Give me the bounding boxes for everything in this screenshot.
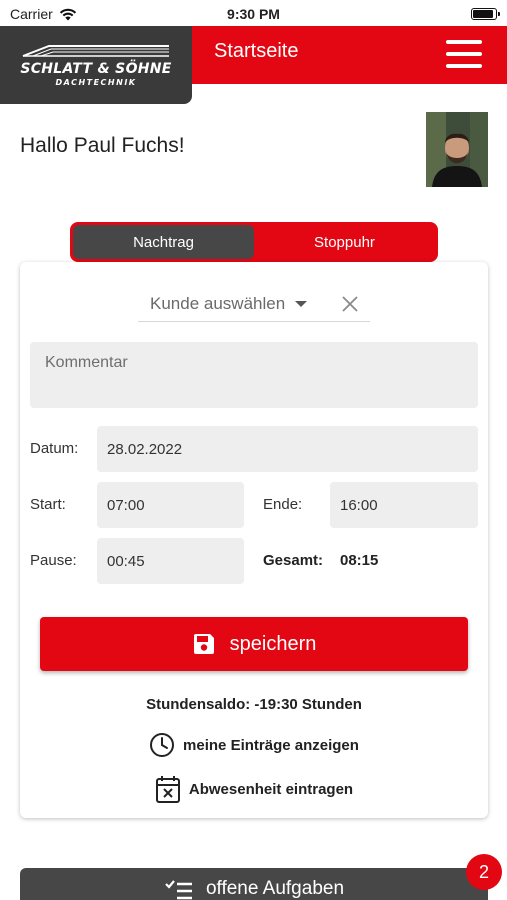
menu-line [446,40,482,44]
status-left: Carrier [10,6,77,22]
menu-line [446,64,482,68]
hours-balance: Stundensaldo: -19:30 Stunden [146,696,362,713]
add-absence-link[interactable]: Abwesenheit eintragen [20,774,488,804]
open-tasks-badge: 2 [466,854,502,890]
battery-icon [471,8,500,20]
date-field[interactable] [97,426,478,472]
logo-title: SCHLATT & SÖHNE [20,61,172,77]
open-tasks-label: offene Aufgaben [205,878,345,899]
clear-icon[interactable] [342,295,358,312]
greeting-text: Hallo Paul Fuchs! [20,134,185,157]
end-time-field[interactable] [330,482,478,528]
carrier-label: Carrier [10,6,53,22]
total-value: 08:15 [340,552,379,569]
checklist-icon [165,880,192,900]
wifi-icon [59,8,76,20]
avatar[interactable] [426,112,488,187]
hamburger-menu-icon[interactable] [446,40,482,68]
start-label: Start: [30,496,66,513]
customer-select-value: Kunde auswählen [150,293,308,314]
chevron-down-icon [295,300,308,307]
page-title: Startseite [214,40,299,62]
logo-subtitle: DACHTECHNIK [55,78,137,87]
pause-field[interactable] [97,538,244,584]
status-bar: Carrier 9:30 PM [0,0,507,28]
mode-tabs: Nachtrag Stoppuhr [70,222,438,262]
show-entries-label: meine Einträge anzeigen [183,736,359,754]
roof-logo-icon [22,45,169,57]
time-entry-card: Kunde auswählen Datum: Start: Ende: Paus… [20,262,488,818]
add-absence-label: Abwesenheit eintragen [188,780,354,798]
calendar-remove-icon [155,776,180,803]
start-time-field[interactable] [97,482,244,528]
comment-field[interactable] [30,342,478,408]
save-label: speichern [229,632,317,655]
tab-nachtrag[interactable]: Nachtrag [73,225,254,259]
user-photo-icon [426,112,488,187]
menu-line [446,52,482,56]
clock-icon [150,733,175,757]
save-button[interactable]: speichern [40,617,468,671]
floppy-disk-icon [193,634,214,654]
date-label: Datum: [30,440,79,457]
company-logo[interactable]: SCHLATT & SÖHNE DACHTECHNIK [0,26,192,104]
end-label: Ende: [263,496,303,513]
show-entries-link[interactable]: meine Einträge anzeigen [20,732,488,758]
total-label: Gesamt: [263,552,324,569]
customer-placeholder: Kunde auswählen [150,293,286,313]
pause-label: Pause: [30,552,77,569]
open-tasks-bar[interactable]: offene Aufgaben [20,868,488,900]
customer-select[interactable]: Kunde auswählen [138,286,370,322]
tab-stoppuhr[interactable]: Stoppuhr [254,225,435,259]
